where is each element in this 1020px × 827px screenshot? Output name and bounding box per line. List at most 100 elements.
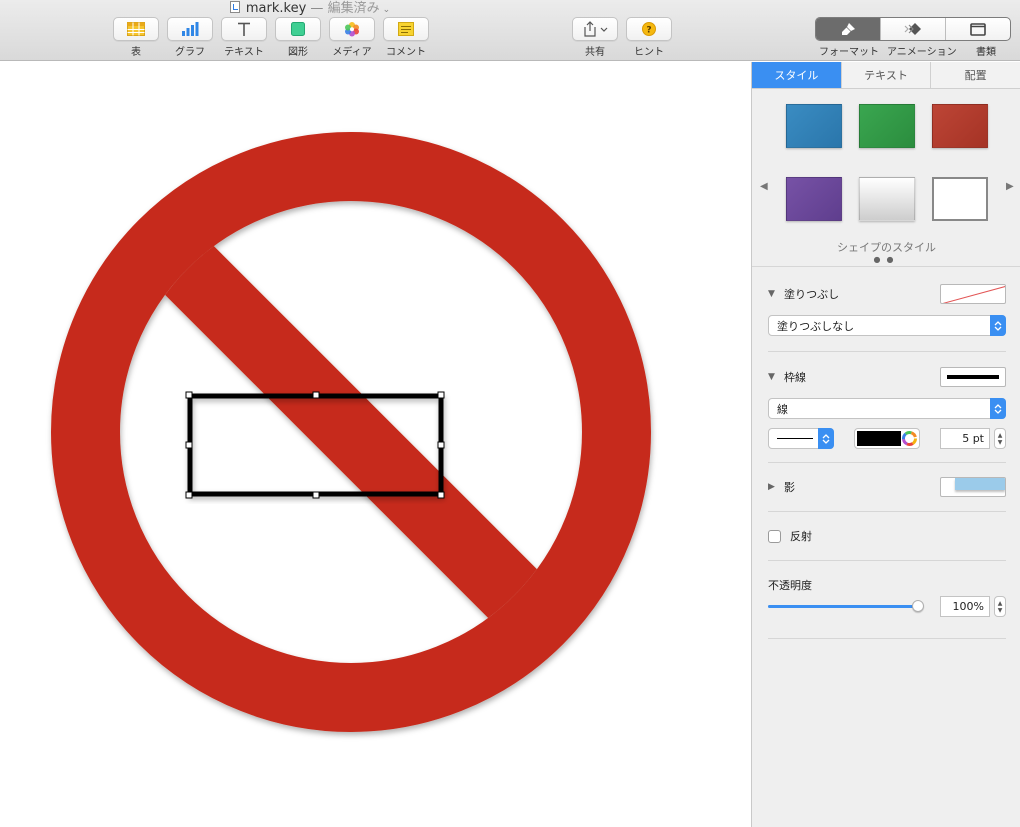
- divider: [768, 638, 1006, 639]
- table-icon: [127, 22, 145, 36]
- opacity-section: 不透明度: [768, 575, 1006, 595]
- next-styles-arrow-icon[interactable]: ▶: [1006, 181, 1014, 192]
- disclosure-triangle-down-icon[interactable]: ▼: [768, 289, 784, 299]
- border-type-value: 線: [777, 402, 788, 416]
- style-swatch-blue[interactable]: [786, 104, 842, 148]
- style-swatch-outline[interactable]: [932, 177, 988, 221]
- comment-icon: [398, 22, 414, 36]
- fill-section: ▼ 塗りつぶし: [768, 284, 1006, 304]
- prohibition-symbol[interactable]: [51, 132, 651, 732]
- tab-arrange[interactable]: 配置: [931, 62, 1020, 88]
- disclosure-triangle-down-icon[interactable]: ▼: [768, 372, 784, 382]
- comment-button[interactable]: コメント: [383, 17, 429, 58]
- animate-label: アニメーション: [887, 47, 957, 58]
- disclosure-triangle-right-icon[interactable]: ▶: [768, 482, 784, 492]
- stepper-down-icon[interactable]: ▼: [998, 439, 1003, 446]
- border-width-stepper[interactable]: ▲ ▼: [994, 428, 1006, 449]
- svg-text:?: ?: [646, 26, 651, 36]
- resize-handle[interactable]: [437, 491, 445, 499]
- document-icon: [970, 22, 986, 36]
- format-label: フォーマット: [819, 47, 879, 58]
- style-swatch-green[interactable]: [859, 104, 915, 148]
- color-wheel-icon[interactable]: [902, 431, 917, 446]
- style-swatch-red[interactable]: [932, 104, 988, 148]
- opacity-slider[interactable]: [768, 600, 924, 612]
- resize-handle[interactable]: [437, 391, 445, 399]
- reflection-title: 反射: [790, 530, 812, 543]
- document-segment[interactable]: [946, 18, 1010, 40]
- line-style-popup[interactable]: [768, 428, 834, 449]
- style-page-dots[interactable]: ●●: [752, 255, 1020, 264]
- prohibition-slash[interactable]: [160, 241, 542, 623]
- border-type-popup[interactable]: 線: [768, 398, 1006, 419]
- tab-text[interactable]: テキスト: [841, 62, 932, 88]
- no-fill-icon: [942, 286, 1005, 303]
- fill-type-popup[interactable]: 塗りつぶしなし: [768, 315, 1006, 336]
- resize-handle[interactable]: [185, 391, 193, 399]
- inspector-tabs: スタイル テキスト 配置: [752, 62, 1020, 89]
- reflection-checkbox[interactable]: [768, 529, 781, 543]
- format-segment[interactable]: [816, 18, 881, 40]
- border-color-well[interactable]: [854, 428, 920, 449]
- fill-color-well[interactable]: [940, 284, 1006, 304]
- opacity-title: 不透明度: [768, 579, 812, 592]
- slide-canvas[interactable]: [0, 62, 751, 827]
- opacity-field[interactable]: 100%: [940, 596, 990, 617]
- shape-icon: [291, 22, 305, 36]
- keynote-document-icon: [229, 1, 240, 13]
- shadow-section: ▶ 影: [768, 477, 1006, 497]
- media-icon: [345, 22, 359, 37]
- toolbar: mark.key — 編集済み ⌄ 表 グラフ テキスト 図形 メディア コメン…: [0, 0, 1020, 61]
- fill-title: 塗りつぶし: [784, 288, 840, 301]
- style-swatch-gray-gradient[interactable]: [859, 177, 915, 221]
- tips-label: ヒント: [634, 47, 664, 58]
- resize-handle[interactable]: [437, 441, 445, 449]
- stepper-down-icon[interactable]: ▼: [998, 607, 1003, 614]
- border-width-value: 5 pt: [962, 432, 984, 445]
- slide-drawing: [51, 132, 651, 732]
- opacity-slider-fill: [768, 605, 918, 608]
- popup-arrows-icon: [990, 398, 1006, 419]
- divider: [768, 560, 1006, 561]
- solid-line-icon: [777, 438, 813, 439]
- document-label: 書類: [976, 47, 996, 58]
- divider: [768, 351, 1006, 352]
- border-section: ▼ 枠線: [768, 367, 1006, 387]
- border-color-swatch: [857, 431, 901, 446]
- title-separator: —: [310, 1, 324, 16]
- popup-arrows-icon: [990, 315, 1006, 336]
- resize-handle[interactable]: [312, 491, 320, 499]
- opacity-slider-knob[interactable]: [912, 600, 924, 612]
- border-width-field[interactable]: 5 pt: [940, 428, 990, 449]
- fill-type-value: 塗りつぶしなし: [777, 319, 855, 333]
- resize-handle[interactable]: [312, 391, 320, 399]
- stepper-up-icon[interactable]: ▲: [998, 432, 1003, 439]
- shape-styles-label: シェイプのスタイル: [837, 241, 936, 254]
- divider: [768, 511, 1006, 512]
- popup-arrows-icon: [818, 428, 834, 449]
- resize-handle[interactable]: [185, 491, 193, 499]
- shadow-title: 影: [784, 481, 795, 494]
- opacity-stepper[interactable]: ▲ ▼: [994, 596, 1006, 617]
- chart-icon: [182, 22, 199, 36]
- share-icon: [584, 21, 608, 37]
- animate-icon: [904, 23, 921, 35]
- stepper-up-icon[interactable]: ▲: [998, 600, 1003, 607]
- tips-icon: ?: [642, 22, 656, 36]
- file-name: mark.key: [245, 1, 307, 16]
- resize-handle[interactable]: [185, 441, 193, 449]
- reflection-section: 反射: [768, 526, 1006, 546]
- tips-button[interactable]: ? ヒント: [626, 17, 672, 58]
- shadow-preview-well[interactable]: [940, 477, 1006, 497]
- comment-label: コメント: [386, 47, 426, 58]
- format-brush-icon: [842, 23, 855, 35]
- tab-style[interactable]: スタイル: [752, 62, 842, 88]
- previous-styles-arrow-icon[interactable]: ◀: [760, 181, 768, 192]
- opacity-value: 100%: [952, 600, 984, 613]
- style-swatch-purple[interactable]: [786, 177, 842, 221]
- chevron-down-icon[interactable]: ⌄: [383, 5, 391, 15]
- animate-segment[interactable]: [881, 18, 946, 40]
- border-title: 枠線: [784, 371, 806, 384]
- chevron-down-icon: [600, 27, 608, 32]
- border-preview-well[interactable]: [940, 367, 1006, 387]
